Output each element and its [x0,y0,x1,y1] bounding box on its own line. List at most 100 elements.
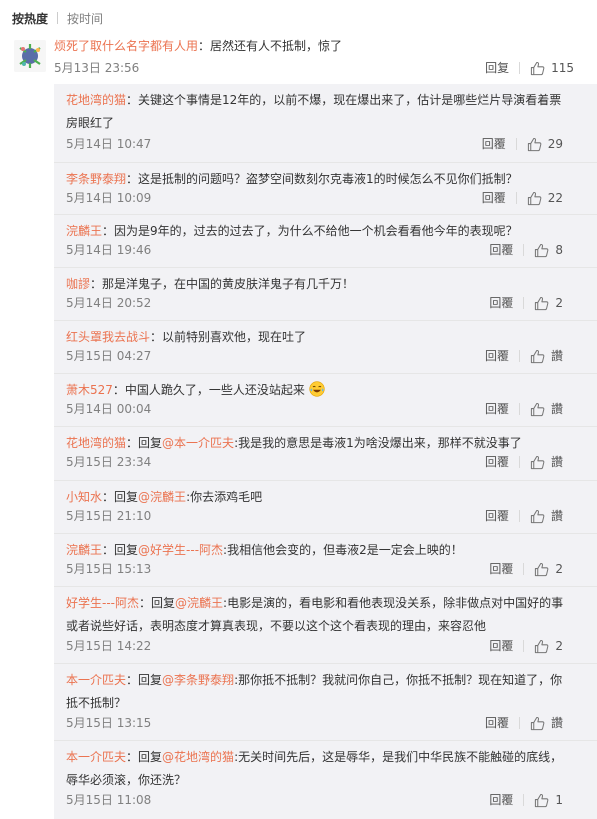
thumbs-up-icon [530,61,545,75]
thumbs-up-icon [535,793,549,807]
thumbs-up-icon [530,455,545,469]
sort-by-time-tab[interactable]: 按时间 [67,10,103,27]
reply-button[interactable]: 回复 [485,58,509,78]
like-button[interactable]: 讚 [530,452,563,472]
reply-time: 5月15日 14:22 [66,639,152,653]
thumbs-up-icon [535,639,549,653]
colon-separator: ： [90,277,103,291]
sort-by-hot-tab[interactable]: 按热度 [12,10,48,27]
reply-meta: 5月14日 10:09 回覆 22 [66,188,563,208]
action-divider [518,350,520,362]
like-button[interactable]: 1 [534,790,563,810]
like-count: 8 [555,243,563,257]
avatar-image [14,40,46,72]
reply-button[interactable]: 回覆 [485,346,509,366]
reply-button[interactable]: 回覆 [489,293,513,313]
reply-button[interactable]: 回覆 [489,240,513,260]
like-button[interactable]: 讚 [530,399,563,419]
reply-author-link[interactable]: 萧木527 [66,383,113,397]
comment-author-link[interactable]: 烦死了取什么名字都有人用 [54,39,198,53]
avatar[interactable] [14,40,46,72]
reply-author-link[interactable]: 小知水 [66,490,102,504]
like-button[interactable]: 讚 [530,506,563,526]
reply-text: :我是我的意思是毒液1为啥没爆出来，那样不就没事了 [234,436,522,450]
laugh-cry-emoji-icon [309,381,325,397]
thumbs-up-icon [535,243,549,257]
like-button[interactable]: 22 [527,188,563,208]
reply-button[interactable]: 回覆 [489,636,513,656]
like-count: 讚 [550,509,563,523]
comment-meta: 5月13日 23:56 回复 115 [54,58,574,78]
like-button[interactable]: 2 [534,293,563,313]
reply-content: 本一介匹夫：回复@花地湾的猫:无关时间先后，这是辱华，是我们中华民族不能触碰的底… [66,746,566,792]
reply-actions: 回覆 讚 [485,713,563,733]
like-count: 2 [555,296,563,310]
action-divider [515,192,517,204]
reply-button[interactable]: 回覆 [485,399,509,419]
reply-content: 本一介匹夫：回复@李条野泰翔:那你抵不抵制？我就问你自己，你抵不抵制？现在知道了… [66,669,566,715]
reply-meta: 5月15日 04:27 回覆 讚 [66,346,563,366]
like-button[interactable]: 8 [534,240,563,260]
like-count: 2 [555,562,563,576]
reply-meta: 5月15日 11:08 回覆 1 [66,790,563,810]
mention-link[interactable]: @浣麟王 [175,596,223,610]
action-divider [523,297,525,309]
reply-author-link[interactable]: 浣麟王 [66,543,102,557]
reply-author-link[interactable]: 咖謬 [66,277,90,291]
reply-prefix: 回复 [138,673,163,687]
mention-link[interactable]: @花地湾的猫 [162,750,234,764]
thumbs-up-icon [527,191,542,205]
reply-actions: 回覆 1 [489,790,563,810]
reply-text: 因为是9年的，过去的过去了，为什么不给他一个机会看看他今年的表现呢？ [114,224,518,238]
like-button[interactable]: 讚 [530,346,563,366]
like-count: 讚 [550,716,563,730]
reply-button[interactable]: 回覆 [485,713,509,733]
reply-prefix: 回复 [151,596,176,610]
reply-text: 以前特别喜欢他，现在吐了 [162,330,307,344]
action-divider [518,456,520,468]
like-button[interactable]: 讚 [530,713,563,733]
reply-item: 好学生---阿杰：回复@浣麟王:电影是演的，看电影和看他表现没关系，除非做点对中… [54,587,597,664]
reply-meta: 5月15日 14:22 回覆 2 [66,636,563,656]
reply-text: 那是洋鬼子，在中国的黄皮肤洋鬼子有几千万！ [102,277,355,291]
like-button[interactable]: 2 [534,559,563,579]
reply-author-link[interactable]: 好学生---阿杰 [66,596,139,610]
like-button[interactable]: 2 [534,636,563,656]
reply-button[interactable]: 回覆 [489,559,513,579]
colon-separator: ： [150,330,163,344]
reply-item: 花地湾的猫：关键这个事情是12年的，以前不爆，现在爆出来了，估计是哪些烂片导演看… [54,84,597,163]
action-divider [518,717,520,729]
reply-author-link[interactable]: 红头罩我去战斗 [66,330,150,344]
reply-time: 5月14日 20:52 [66,296,152,310]
mention-link[interactable]: @李条野泰翔 [162,673,234,687]
like-button[interactable]: 29 [527,134,563,154]
reply-item: 浣麟王：回复@好学生---阿杰:我相信他会变的，但毒液2是一定会上映的！ 5月1… [54,534,597,587]
thumbs-up-icon [530,402,545,416]
reply-author-link[interactable]: 花地湾的猫 [66,436,126,450]
reply-time: 5月14日 10:47 [66,137,152,151]
reply-prefix: 回复 [114,543,139,557]
reply-item: 花地湾的猫：回复@本一介匹夫:我是我的意思是毒液1为啥没爆出来，那样不就没事了 … [54,427,597,481]
colon-separator: ： [126,750,139,764]
mention-link[interactable]: @浣麟王 [138,490,186,504]
reply-author-link[interactable]: 本一介匹夫 [66,673,126,687]
reply-author-link[interactable]: 花地湾的猫 [66,93,126,107]
action-divider [519,62,521,74]
reply-author-link[interactable]: 本一介匹夫 [66,750,126,764]
reply-item: 本一介匹夫：回复@李条野泰翔:那你抵不抵制？我就问你自己，你抵不抵制？现在知道了… [54,664,597,741]
mention-link[interactable]: @好学生---阿杰 [138,543,223,557]
reply-actions: 回覆 2 [489,293,563,313]
reply-button[interactable]: 回覆 [485,452,509,472]
reply-meta: 5月15日 13:15 回覆 讚 [66,713,563,733]
reply-button[interactable]: 回覆 [482,134,506,154]
reply-button[interactable]: 回覆 [485,506,509,526]
reply-author-link[interactable]: 浣麟王 [66,224,102,238]
like-button[interactable]: 115 [530,58,574,78]
reply-button[interactable]: 回覆 [489,790,513,810]
reply-author-link[interactable]: 李条野泰翔 [66,172,126,186]
colon-separator: ： [139,596,152,610]
like-count: 29 [547,137,563,151]
mention-link[interactable]: @本一介匹夫 [162,436,234,450]
reply-meta: 5月15日 21:10 回覆 讚 [66,506,563,526]
reply-button[interactable]: 回覆 [482,188,506,208]
